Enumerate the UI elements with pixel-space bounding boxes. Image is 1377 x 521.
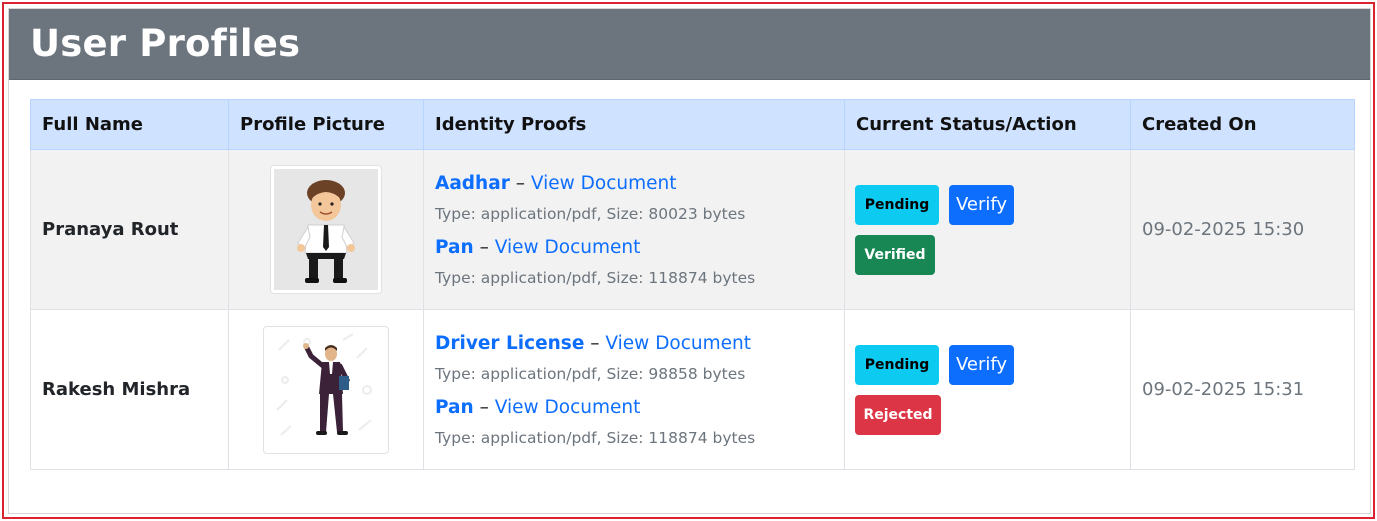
identity-proof-item: Aadhar – View Document Type: application… [435,171,833,225]
user-profiles-table: Full Name Profile Picture Identity Proof… [30,99,1355,470]
document-type-link[interactable]: Aadhar [435,173,510,194]
pending-status-badge: Pending [855,344,939,385]
view-document-link[interactable]: View Document [495,237,641,258]
document-type-link[interactable]: Pan [435,397,474,418]
created-on-cell: 09-02-2025 15:30 [1130,149,1355,310]
verify-button[interactable]: Verify [949,344,1014,385]
separator-dash: – [590,332,606,354]
avatar [270,165,382,294]
created-on-cell: 09-02-2025 15:31 [1130,309,1355,470]
document-meta: Type: application/pdf, Size: 118874 byte… [435,428,756,447]
column-header-full-name: Full Name [30,99,229,150]
column-header-profile-picture: Profile Picture [228,99,424,150]
screenshot-frame: User Profiles Full Name Profile Picture … [2,2,1375,519]
cartoon-businessman-avatar-icon [274,169,378,290]
column-header-identity-proofs: Identity Proofs [423,99,845,150]
full-name: Pranaya Rout [42,219,179,240]
view-document-link[interactable]: View Document [605,333,751,354]
pending-status-badge: Pending [855,184,939,225]
created-on-date: 09-02-2025 15:31 [1142,379,1305,400]
status-action-cell: Pending Verify Rejected [844,309,1131,470]
avatar [263,325,389,454]
document-meta: Type: application/pdf, Size: 80023 bytes [435,204,746,223]
rejected-status-badge: Rejected [855,394,941,435]
separator-dash: – [479,396,495,418]
column-header-created-on: Created On [1130,99,1355,150]
page-container: User Profiles Full Name Profile Picture … [8,8,1371,514]
page-title: User Profiles [30,22,301,65]
column-header-status-action: Current Status/Action [844,99,1131,150]
businessman-presenter-avatar-icon [267,329,385,450]
identity-proof-item: Pan – View Document Type: application/pd… [435,235,833,289]
identity-proof-item: Driver License – View Document Type: app… [435,331,833,385]
verify-button[interactable]: Verify [949,184,1014,225]
verified-status-badge: Verified [855,234,935,275]
table-header-row: Full Name Profile Picture Identity Proof… [30,99,1355,150]
created-on-date: 09-02-2025 15:30 [1142,219,1305,240]
document-meta: Type: application/pdf, Size: 118874 byte… [435,268,756,287]
page-header: User Profiles [9,9,1370,80]
document-type-link[interactable]: Driver License [435,333,584,354]
separator-dash: – [479,236,495,258]
full-name: Rakesh Mishra [42,379,191,400]
table-row: Pranaya Rout Aadhar – View Document Type… [30,149,1355,310]
document-meta: Type: application/pdf, Size: 98858 bytes [435,364,746,383]
view-document-link[interactable]: View Document [495,397,641,418]
profile-picture-cell [228,149,424,310]
status-action-cell: Pending Verify Verified [844,149,1131,310]
document-type-link[interactable]: Pan [435,237,474,258]
full-name-cell: Rakesh Mishra [30,309,229,470]
identity-proofs-cell: Aadhar – View Document Type: application… [423,149,845,310]
table-row: Rakesh Mishra Driver License – View Docu… [30,309,1355,470]
identity-proof-item: Pan – View Document Type: application/pd… [435,395,833,449]
profile-picture-cell [228,309,424,470]
identity-proofs-cell: Driver License – View Document Type: app… [423,309,845,470]
full-name-cell: Pranaya Rout [30,149,229,310]
view-document-link[interactable]: View Document [531,173,677,194]
separator-dash: – [515,172,531,194]
